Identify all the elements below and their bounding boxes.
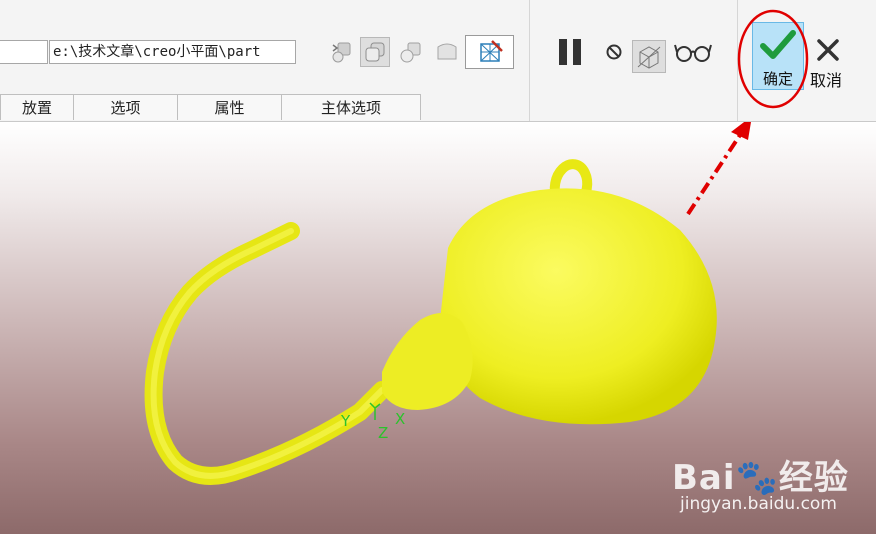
- file-path-field[interactable]: e:\技术文章\creo小平面\part: [49, 40, 296, 64]
- tab-body-options[interactable]: 主体选项: [281, 94, 421, 120]
- dashboard-tabs: 放置 选项 属性 主体选项: [0, 94, 421, 120]
- cancel-label: 取消: [810, 71, 843, 90]
- watermark-url: jingyan.baidu.com: [680, 494, 837, 514]
- feature-dashboard: e:\技术文章\creo小平面\part 确定 取消 放置 选项 属性 主体选项: [0, 0, 876, 122]
- solid-body-icon[interactable]: [360, 37, 390, 67]
- tab-options[interactable]: 选项: [73, 94, 178, 120]
- annotation-arrow: [686, 122, 751, 216]
- separator: [529, 0, 530, 121]
- wireframe-preview-icon[interactable]: [632, 40, 666, 73]
- baidu-jingyan-logo: Bai🐾经验: [672, 458, 849, 498]
- axis-y-label: Y: [340, 412, 351, 430]
- jig-hook-model: [144, 159, 717, 485]
- axis-z-label: Z: [378, 424, 388, 442]
- no-icon[interactable]: [599, 37, 629, 67]
- paste-body-icon[interactable]: [396, 37, 426, 67]
- close-icon: [817, 39, 839, 61]
- tab-properties[interactable]: 属性: [177, 94, 282, 120]
- cancel-button[interactable]: 取消: [808, 30, 848, 92]
- surface-icon[interactable]: [432, 37, 462, 67]
- tab-placement[interactable]: 放置: [0, 94, 74, 120]
- glasses-icon[interactable]: [673, 37, 713, 67]
- highlight-circle: [737, 9, 809, 109]
- reference-field[interactable]: [0, 40, 48, 64]
- axis-x-label: X: [395, 410, 405, 428]
- create-copy-icon[interactable]: [328, 37, 358, 67]
- mesh-preview-icon[interactable]: [465, 35, 514, 69]
- pause-icon[interactable]: [554, 37, 586, 67]
